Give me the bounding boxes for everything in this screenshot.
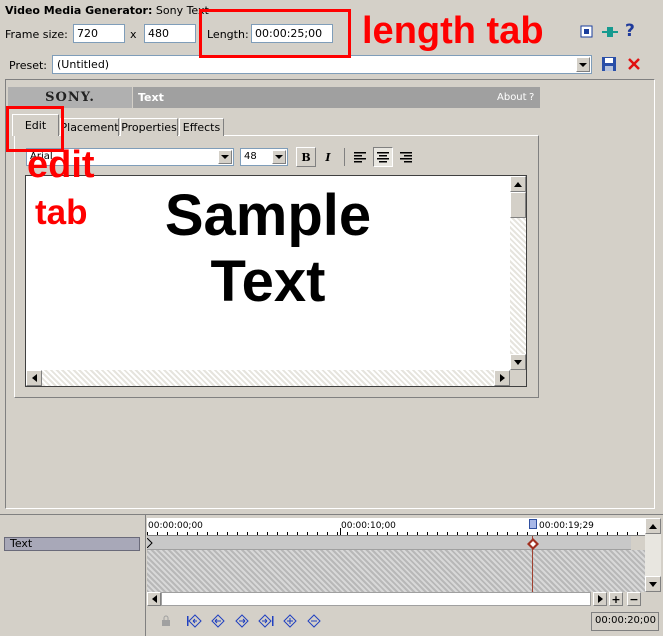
timeline-vertical-scrollbar[interactable] <box>645 518 661 592</box>
scroll-up-icon[interactable] <box>510 176 526 192</box>
timeline-scroll-left-icon[interactable] <box>147 592 161 606</box>
horizontal-scrollbar[interactable] <box>26 370 510 386</box>
animation-icon[interactable] <box>601 25 619 39</box>
playhead-handle-icon[interactable] <box>529 519 537 529</box>
length-highlight-box <box>199 9 351 58</box>
plugin-header: Text About ? <box>133 87 540 108</box>
tab-placement[interactable]: Placement <box>60 118 119 136</box>
scroll-down-icon[interactable] <box>510 354 526 370</box>
bold-button[interactable]: B <box>296 147 316 167</box>
previous-keyframe-icon[interactable] <box>210 614 226 628</box>
tab-properties[interactable]: Properties <box>120 118 178 136</box>
about-link[interactable]: About <box>497 92 527 103</box>
tab-placement-label: Placement <box>60 121 119 134</box>
tab-edit-label: Edit <box>24 119 47 132</box>
save-preset-icon[interactable] <box>601 56 617 72</box>
first-keyframe-icon[interactable] <box>186 614 202 628</box>
font-size-value: 48 <box>244 151 257 162</box>
last-keyframe-icon[interactable] <box>258 614 274 628</box>
align-right-icon <box>400 151 412 162</box>
align-right-button[interactable] <box>396 147 416 167</box>
tab-properties-label: Properties <box>121 121 177 134</box>
timeline-scroll-right-icon[interactable] <box>593 592 607 606</box>
preset-value: (Untitled) <box>57 58 110 71</box>
vertical-scrollbar[interactable] <box>510 176 526 370</box>
vertical-scroll-thumb[interactable] <box>510 192 526 218</box>
track-row[interactable] <box>147 536 631 550</box>
window-title: Video Media Generator: Sony Text <box>5 4 209 17</box>
current-time-display[interactable]: 00:00:20;00 <box>591 612 659 631</box>
ruler-time-cursor: 00:00:19;29 <box>539 521 594 531</box>
scroll-left-icon[interactable] <box>26 370 42 386</box>
align-center-icon <box>377 151 389 162</box>
ruler-time-start: 00:00:00;00 <box>148 521 203 531</box>
edit-annotation-line2: tab <box>35 193 88 232</box>
ruler-time-mid: 00:00:10;00 <box>341 521 396 531</box>
text-editor[interactable]: Sample Text <box>25 175 527 387</box>
help-icon[interactable]: ? <box>625 21 635 41</box>
track-label[interactable]: Text <box>4 537 140 551</box>
preset-dropdown-arrow-icon[interactable] <box>576 57 590 72</box>
edit-annotation-line1: edit <box>27 144 95 186</box>
timeline-horizontal-scrollbar[interactable]: + − <box>147 592 645 606</box>
font-size-arrow-icon[interactable] <box>272 150 286 164</box>
frame-height-input[interactable]: 480 <box>144 24 196 43</box>
keyframe-toggle-icon[interactable] <box>580 25 594 39</box>
text-line-1: Sample <box>164 183 372 248</box>
keyframe-area <box>147 550 645 592</box>
scroll-corner <box>510 370 526 386</box>
frame-size-separator: x <box>130 28 137 41</box>
tab-edit[interactable]: Edit <box>12 114 59 136</box>
keyframe-marker-icon[interactable] <box>527 538 539 550</box>
zoom-in-icon[interactable]: + <box>609 592 623 606</box>
delete-preset-icon[interactable] <box>626 56 642 72</box>
add-keyframe-icon[interactable] <box>282 614 298 628</box>
timeline-scroll-down-icon[interactable] <box>645 576 661 592</box>
font-size-dropdown[interactable]: 48 <box>240 148 288 166</box>
tab-effects-label: Effects <box>182 121 221 134</box>
italic-button[interactable]: I <box>318 147 338 167</box>
font-name-arrow-icon[interactable] <box>218 150 232 164</box>
next-keyframe-icon[interactable] <box>234 614 250 628</box>
ruler-major-tick <box>340 528 341 535</box>
track-start-marker-icon <box>147 538 153 548</box>
frame-size-label: Frame size: <box>5 28 68 41</box>
plugin-help-link[interactable]: ? <box>529 92 534 103</box>
track-list: Text <box>0 515 146 636</box>
align-left-icon <box>354 151 366 162</box>
zoom-out-icon[interactable]: − <box>627 592 641 606</box>
align-center-button[interactable] <box>373 147 393 167</box>
timeline-scroll-up-icon[interactable] <box>645 518 661 534</box>
ruler-ticks <box>147 532 645 535</box>
frame-width-input[interactable]: 720 <box>73 24 125 43</box>
timeline-ruler[interactable]: 00:00:00;00 00:00:10;00 00:00:19;29 <box>147 518 645 536</box>
preset-label: Preset: <box>9 59 48 72</box>
align-left-button[interactable] <box>350 147 370 167</box>
text-editor-content[interactable]: Sample Text <box>26 176 510 370</box>
delete-keyframe-icon[interactable] <box>306 614 322 628</box>
toolbar-divider <box>344 148 345 166</box>
title-label: Video Media Generator: <box>5 4 153 17</box>
sony-logo: SONY. <box>8 87 132 108</box>
length-tab-annotation: length tab <box>362 10 544 52</box>
timeline-scroll-track[interactable] <box>161 592 591 606</box>
scroll-right-icon[interactable] <box>494 370 510 386</box>
tab-effects[interactable]: Effects <box>179 118 224 136</box>
lock-icon[interactable] <box>158 614 174 628</box>
text-line-2: Text <box>210 249 326 314</box>
plugin-name: Text <box>138 91 164 104</box>
